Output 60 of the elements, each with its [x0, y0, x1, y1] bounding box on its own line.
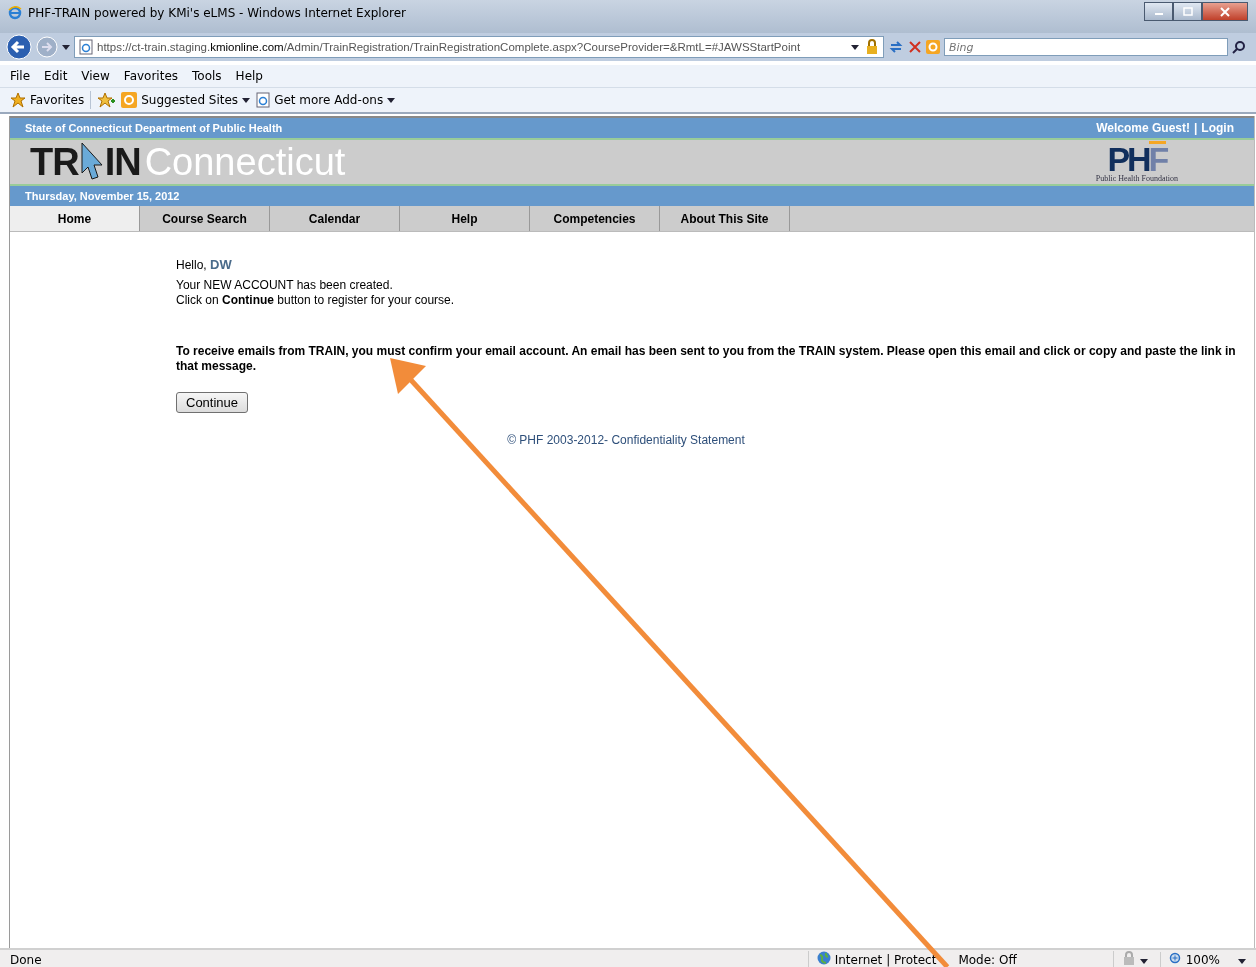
nav-tab[interactable]: Competencies — [530, 206, 660, 231]
caret-icon — [242, 97, 251, 103]
star-icon — [10, 92, 26, 108]
zone-text: Mode: Off — [958, 952, 1017, 967]
menu-item[interactable]: Favorites — [123, 69, 179, 83]
page-icon — [79, 39, 93, 55]
dropdown-icon[interactable] — [851, 44, 859, 50]
status-text: Done — [10, 952, 42, 967]
partner-logo: PHF Public Health Foundation — [1095, 140, 1178, 184]
page-icon — [256, 92, 271, 108]
caret-icon — [387, 97, 396, 103]
message-text: Your NEW ACCOUNT has been created. — [176, 278, 394, 293]
nav-tab[interactable]: Course Search — [140, 206, 270, 231]
agency-name: State of Connecticut Department of Public Health — [25, 122, 283, 134]
refresh-icon[interactable] — [888, 39, 904, 55]
zone-text: Internet | Protect — [834, 952, 937, 967]
menu-item[interactable]: Tools — [192, 69, 222, 83]
notice-text: To receive emails from TRAIN, you must confirm your email account. An email has been sent to you from the TRAIN system. Please open this email and click or copy and paste the link in that message. — [176, 344, 1237, 374]
search-provider-icon — [926, 40, 940, 54]
minimize-icon[interactable] — [1144, 2, 1173, 21]
menu-item[interactable]: View — [81, 69, 110, 83]
cursor-icon — [79, 143, 104, 181]
logo-text: IN — [104, 140, 141, 184]
close-icon[interactable] — [1202, 2, 1248, 21]
lock-icon — [865, 39, 879, 55]
window-title: PHF-TRAIN powered by KMi's eLMS - Windows Internet Explorer — [28, 6, 406, 20]
toolbar-button[interactable]: Suggested Sites — [121, 92, 251, 108]
zoom-level[interactable]: 100% — [1185, 952, 1220, 967]
greeting-text: Hello, — [176, 258, 207, 272]
stop-icon[interactable] — [908, 40, 922, 54]
dropdown-icon[interactable] — [62, 44, 70, 50]
menu-item[interactable]: File — [10, 69, 31, 83]
message-text: Click on Continue button to register for your course. — [176, 293, 456, 308]
nav-tab[interactable]: About This Site — [660, 206, 790, 231]
toolbar-button[interactable]: Get more Add-ons — [256, 92, 396, 108]
logo-text: TR — [30, 140, 79, 184]
logo-caption: Public Health Foundation — [1095, 174, 1178, 184]
user-name: DW — [210, 257, 232, 272]
continue-button[interactable]: Continue — [176, 392, 249, 413]
back-icon[interactable] — [6, 34, 32, 60]
sites-icon — [121, 92, 138, 108]
lock-icon — [1121, 951, 1136, 967]
nav-tab[interactable]: Help — [400, 206, 530, 231]
welcome-text: Welcome Guest! — [1096, 121, 1190, 135]
menu-item[interactable]: Help — [235, 69, 263, 83]
address-text: https://ct-train.staging.kmionline.com/Admin/TrainRegistration/TrainRegistrationComplete.aspx?CourseProvider=&RmtL=#JAWSStartPoint — [97, 41, 801, 53]
separator-text: | — [1194, 121, 1198, 135]
add-favorite-icon[interactable] — [97, 92, 116, 108]
maximize-icon[interactable] — [1173, 2, 1202, 21]
browser-logo-icon — [8, 6, 22, 20]
search-field[interactable]: Bing — [944, 38, 1228, 56]
nav-tab[interactable]: Home — [10, 206, 140, 231]
search-icon[interactable] — [1232, 40, 1246, 54]
footer-link[interactable]: © PHF 2003-2012- Confidentiality Statement — [507, 433, 745, 447]
menu-item[interactable]: Edit — [44, 69, 68, 83]
toolbar-button[interactable]: Favorites — [10, 92, 85, 108]
date-text: Thursday, November 15, 2012 — [25, 190, 180, 202]
address-field[interactable]: https://ct-train.staging.kmionline.com/Admin/TrainRegistration/TrainRegistrationComplete.aspx?CourseProvider=&RmtL=#JAWSStartPoint — [74, 36, 884, 58]
nav-tab[interactable]: Calendar — [270, 206, 400, 231]
globe-icon — [816, 951, 831, 967]
